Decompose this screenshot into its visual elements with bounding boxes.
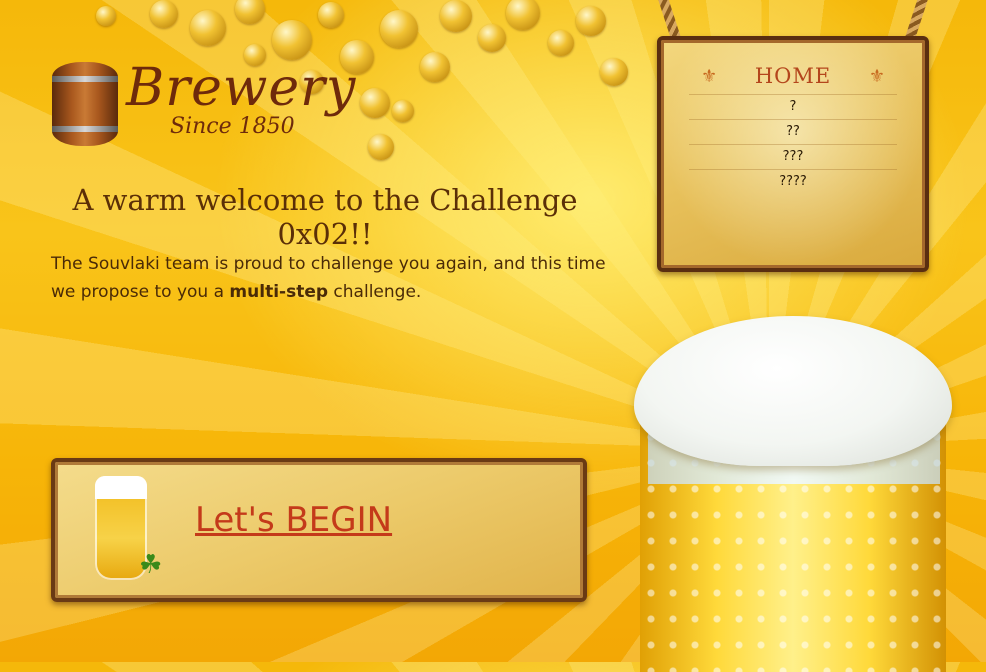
intro-text-after: challenge.	[328, 282, 422, 302]
menu-title-home[interactable]: HOME	[661, 64, 925, 88]
intro-paragraph: The Souvlaki team is proud to challenge …	[51, 250, 611, 306]
beer-foam-illustration	[634, 316, 952, 466]
menu-sign: ⚜ HOME ⚜ ? ?? ??? ????	[657, 36, 929, 272]
clover-icon: ☘	[139, 550, 163, 580]
begin-panel: ☘ Let's BEGIN	[51, 458, 587, 602]
menu-item[interactable]: ??	[689, 119, 897, 144]
logo-name: Brewery	[126, 58, 357, 118]
fleur-de-lis-icon: ⚜	[868, 66, 885, 87]
begin-link[interactable]: Let's BEGIN	[195, 500, 392, 540]
menu-item[interactable]: ????	[689, 169, 897, 194]
barrel-icon	[52, 62, 118, 146]
logo-since: Since 1850	[170, 114, 295, 139]
intro-bold-text: multi-step	[229, 282, 329, 302]
brewery-logo[interactable]: Brewery Since 1850	[48, 58, 355, 158]
menu-item[interactable]: ???	[689, 144, 897, 169]
page-heading: A warm welcome to the Challenge 0x02!!	[72, 183, 578, 251]
menu-item[interactable]: ?	[689, 94, 897, 119]
menu-list: ? ?? ??? ????	[689, 94, 897, 194]
